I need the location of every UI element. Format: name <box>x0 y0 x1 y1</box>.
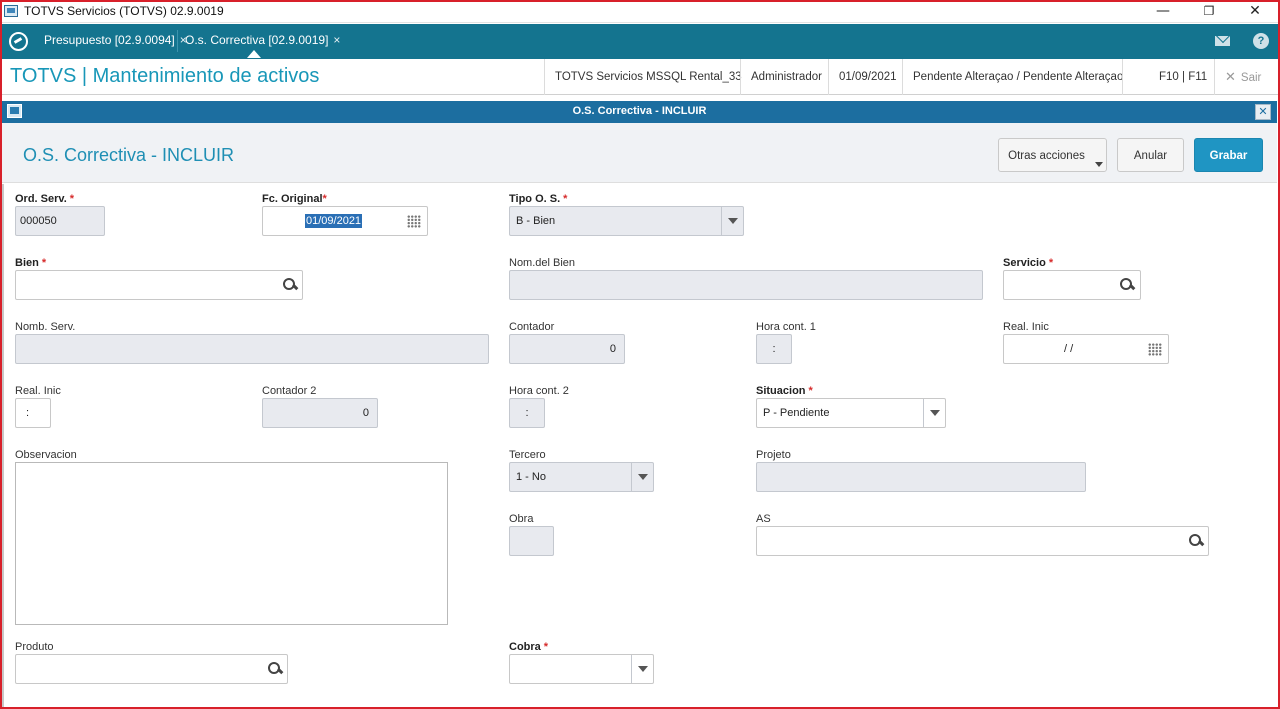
app-header: TOTVS | Mantenimiento de activos TOTVS S… <box>2 59 1278 95</box>
nomb-serv-label: Nomb. Serv. <box>15 321 76 333</box>
totvs-home-icon[interactable] <box>9 32 28 51</box>
hora-cont1-field[interactable]: : <box>756 334 792 364</box>
situacion-select[interactable]: P - Pendiente <box>756 398 946 428</box>
tipo-os-label: Tipo O. S. * <box>509 193 568 205</box>
calendar-icon[interactable] <box>407 215 421 228</box>
ord-serv-field[interactable]: 000050 <box>15 206 105 236</box>
otras-acciones-button[interactable]: Otras acciones <box>998 138 1107 172</box>
cobra-label: Cobra * <box>509 641 549 653</box>
app-icon <box>4 5 18 17</box>
dialog-title: O.S. Correctiva - INCLUIR <box>572 105 707 117</box>
date-info: 01/09/2021 <box>828 59 907 95</box>
tercero-label: Tercero <box>509 449 546 461</box>
contador-label: Contador <box>509 321 555 333</box>
search-icon[interactable] <box>283 278 296 291</box>
close-window-button[interactable]: ✕ <box>1232 1 1278 21</box>
nom-bien-label: Nom.del Bien <box>509 257 576 269</box>
tipo-os-select[interactable]: B - Bien <box>509 206 744 236</box>
ord-serv-label: Ord. Serv. * <box>15 193 75 205</box>
obra-label: Obra <box>509 513 534 525</box>
anular-button[interactable]: Anular <box>1117 138 1184 172</box>
chevron-down-icon[interactable] <box>631 463 653 491</box>
real-inic-date-field[interactable]: / / <box>1003 334 1169 364</box>
dialog-close-button[interactable]: ✕ <box>1255 104 1271 120</box>
bien-field[interactable] <box>15 270 303 300</box>
hora-cont2-field[interactable]: : <box>509 398 545 428</box>
search-icon[interactable] <box>1189 534 1202 547</box>
cobra-select[interactable] <box>509 654 654 684</box>
search-icon[interactable] <box>1120 278 1133 291</box>
tab-label: O.s. Correctiva [02.9.0019] <box>185 33 329 47</box>
situacion-label: Situacion * <box>756 385 813 397</box>
contador2-field[interactable]: 0 <box>262 398 378 428</box>
as-label: AS <box>756 513 771 525</box>
bien-label: Bien * <box>15 257 47 269</box>
environment-info: TOTVS Servicios MSSQL Rental_33 <box>544 59 752 95</box>
exit-label: Sair <box>1240 72 1262 84</box>
tab-os-correctiva[interactable]: O.s. Correctiva [02.9.0019] × <box>177 24 348 59</box>
close-icon: ✕ <box>1225 69 1236 84</box>
form-body <box>2 184 1277 709</box>
contador2-label: Contador 2 <box>262 385 317 397</box>
fc-original-field[interactable]: 01/09/2021 <box>262 206 428 236</box>
fc-original-label: Fc. Original* <box>262 193 327 205</box>
tab-close-icon[interactable]: × <box>333 33 340 47</box>
exit-button[interactable]: ✕ Sair <box>1214 59 1271 95</box>
servicio-field[interactable] <box>1003 270 1141 300</box>
observacion-textarea[interactable] <box>15 462 448 625</box>
real-inic-date-label: Real. Inic <box>1003 321 1049 333</box>
status-info: Pendente Alteraçao / Pendente Alteraçao <box>902 59 1133 95</box>
observacion-label: Observacion <box>15 449 77 461</box>
form-title: O.S. Correctiva - INCLUIR <box>23 145 235 165</box>
tab-label: Presupuesto [02.9.0094] <box>44 33 175 47</box>
servicio-label: Servicio * <box>1003 257 1054 269</box>
projeto-field[interactable] <box>756 462 1086 492</box>
produto-field[interactable] <box>15 654 288 684</box>
projeto-label: Projeto <box>756 449 791 461</box>
mail-icon[interactable] <box>1215 36 1230 46</box>
app-title: TOTVS | Mantenimiento de activos <box>10 65 320 87</box>
hora-cont2-label: Hora cont. 2 <box>509 385 569 397</box>
chevron-down-icon[interactable] <box>721 207 743 235</box>
maximize-button[interactable]: ❐ <box>1186 1 1232 21</box>
grabar-button[interactable]: Grabar <box>1194 138 1263 172</box>
otras-acciones-label: Otras acciones <box>1008 150 1085 162</box>
nomb-serv-field[interactable] <box>15 334 489 364</box>
obra-field[interactable] <box>509 526 554 556</box>
minimize-button[interactable]: — <box>1140 1 1186 21</box>
dialog-titlebar: O.S. Correctiva - INCLUIR ✕ <box>2 101 1277 123</box>
nom-bien-field[interactable] <box>509 270 983 300</box>
hora-cont1-label: Hora cont. 1 <box>756 321 816 333</box>
calendar-icon[interactable] <box>1148 343 1162 356</box>
contador-field[interactable]: 0 <box>509 334 625 364</box>
window-title: TOTVS Servicios (TOTVS) 02.9.0019 <box>24 4 224 18</box>
fc-original-value: 01/09/2021 <box>305 214 363 228</box>
user-info: Administrador <box>740 59 832 95</box>
search-icon[interactable] <box>268 662 281 675</box>
window-titlebar: TOTVS Servicios (TOTVS) 02.9.0019 — ❐ ✕ <box>0 0 1280 23</box>
tab-presupuesto[interactable]: Presupuesto [02.9.0094] × <box>36 24 195 59</box>
chevron-down-icon[interactable] <box>631 655 653 683</box>
as-field[interactable] <box>756 526 1209 556</box>
tercero-select[interactable]: 1 - No <box>509 462 654 492</box>
produto-label: Produto <box>15 641 54 653</box>
chevron-down-icon <box>1095 162 1103 167</box>
real-inic-time-field[interactable]: : <box>15 398 51 428</box>
tab-bar: Presupuesto [02.9.0094] × O.s. Correctiva… <box>0 24 1280 59</box>
real-inic-time-label: Real. Inic <box>15 385 61 397</box>
help-icon[interactable]: ? <box>1253 33 1269 49</box>
chevron-down-icon[interactable] <box>923 399 945 427</box>
active-tab-indicator <box>247 50 261 58</box>
form-header: O.S. Correctiva - INCLUIR Otras acciones… <box>2 123 1277 183</box>
